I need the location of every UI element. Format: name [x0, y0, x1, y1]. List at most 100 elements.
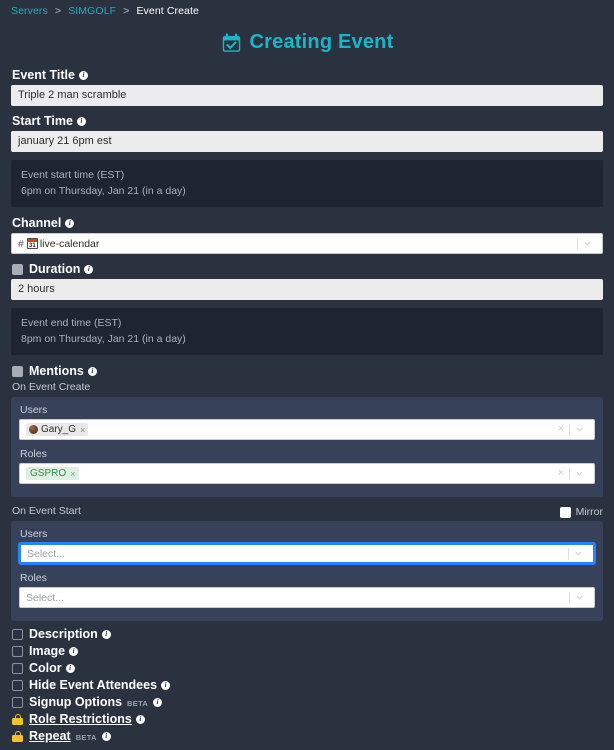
on-event-create-panel: Users Gary_G × × Roles GSPRO × × — [11, 397, 603, 497]
start-time-info-panel: Event start time (EST) 6pm on Thursday, … — [11, 160, 603, 207]
color-checkbox[interactable] — [12, 662, 23, 674]
chevron-down-icon[interactable] — [570, 593, 589, 602]
mirror-checkbox[interactable] — [559, 506, 571, 518]
info-icon[interactable]: i — [69, 646, 79, 656]
mirror-label: Mirror — [575, 506, 603, 518]
roles-tag-list: GSPRO × — [26, 465, 553, 482]
users-select-indicators: × — [553, 423, 594, 436]
event-title-label: Event Title i — [12, 68, 603, 82]
hide-event-attendees-checkbox[interactable] — [12, 679, 23, 691]
option-repeat[interactable]: Repeat BETA i — [12, 729, 603, 743]
info-icon[interactable]: i — [87, 366, 97, 376]
beta-badge: BETA — [127, 698, 149, 708]
chevron-down-icon[interactable] — [570, 425, 589, 434]
user-avatar — [29, 425, 38, 434]
channel-label: Channel i — [12, 216, 603, 230]
lock-icon — [12, 730, 23, 742]
breadcrumb-separator-2: > — [123, 5, 130, 17]
breadcrumb-servers[interactable]: Servers — [11, 5, 48, 17]
role-tag[interactable]: GSPRO × — [26, 467, 80, 480]
option-role-restrictions[interactable]: Role Restrictions i — [12, 712, 603, 726]
duration-input[interactable]: 2 hours — [11, 279, 603, 300]
on-event-start-roles-label: Roles — [20, 572, 47, 584]
chevron-down-icon[interactable] — [570, 469, 589, 478]
hash-icon: # — [18, 237, 24, 250]
option-hide-event-attendees[interactable]: Hide Event Attendees i — [12, 678, 603, 692]
remove-tag-icon[interactable]: × — [69, 469, 75, 479]
calendar-check-icon — [221, 32, 242, 54]
image-label: Image — [29, 644, 66, 658]
info-icon[interactable]: i — [78, 70, 88, 80]
roles-select-indicators: × — [553, 467, 594, 480]
channel-name: live-calendar — [39, 237, 100, 250]
on-event-start-roles-select[interactable]: Select... — [19, 587, 595, 608]
info-icon[interactable]: i — [76, 116, 86, 126]
mentions-label-text: Mentions — [29, 364, 84, 378]
duration-info-panel: Event end time (EST) 8pm on Thursday, Ja… — [11, 308, 603, 355]
on-event-start-header-row: On Event Start Mirror — [11, 503, 603, 521]
duration-checkbox-row[interactable]: Duration i — [12, 262, 603, 276]
on-event-create-heading: On Event Create — [12, 381, 91, 393]
duration-label: Duration i — [29, 262, 94, 276]
image-checkbox[interactable] — [12, 645, 23, 657]
description-checkbox[interactable] — [12, 628, 23, 640]
mentions-checkbox-row[interactable]: Mentions i — [12, 364, 603, 378]
user-tag[interactable]: Gary_G × — [26, 423, 89, 436]
mentions-label: Mentions i — [29, 364, 97, 378]
roles-start-select-indicators — [569, 591, 594, 604]
chevron-down-icon[interactable] — [569, 549, 588, 558]
info-icon[interactable]: i — [84, 264, 94, 274]
on-event-create-roles-label: Roles — [20, 448, 47, 460]
mirror-toggle[interactable]: Mirror — [559, 506, 603, 518]
signup-options-checkbox[interactable] — [12, 696, 23, 708]
mentions-checkbox[interactable] — [12, 365, 23, 377]
page-header: Creating Event — [11, 21, 603, 68]
channel-select[interactable]: # 31 live-calendar — [11, 233, 603, 254]
users-tag-list: Gary_G × — [26, 421, 553, 438]
info-icon[interactable]: i — [101, 731, 111, 741]
on-event-start-roles-placeholder: Select... — [26, 591, 64, 604]
beta-badge: BETA — [75, 732, 97, 742]
lock-icon — [12, 713, 23, 725]
chevron-down-icon[interactable] — [578, 239, 597, 248]
option-color[interactable]: Color i — [12, 661, 603, 675]
clear-icon[interactable]: × — [553, 468, 569, 479]
breadcrumb: Servers > SIMGOLF > Event Create — [11, 0, 603, 21]
duration-info-line1: Event end time (EST) — [21, 317, 122, 329]
role-tag-label: GSPRO — [30, 468, 67, 479]
duration-checkbox[interactable] — [12, 263, 23, 275]
on-event-create-users-select[interactable]: Gary_G × × — [19, 419, 595, 440]
option-description[interactable]: Description i — [12, 627, 603, 641]
event-title-input[interactable]: Triple 2 man scramble — [11, 85, 603, 106]
on-event-start-heading: On Event Start — [12, 505, 81, 517]
info-icon[interactable]: i — [65, 218, 75, 228]
start-time-label-text: Start Time — [12, 114, 73, 128]
color-label: Color — [29, 661, 62, 675]
user-tag-label: Gary_G — [41, 424, 77, 435]
on-event-start-panel: Users Select... Roles Select... — [11, 521, 603, 621]
on-event-start-users-select[interactable]: Select... — [19, 543, 595, 564]
option-image[interactable]: Image i — [12, 644, 603, 658]
channel-select-indicators — [577, 237, 602, 250]
info-icon[interactable]: i — [153, 697, 163, 707]
start-time-info-line1: Event start time (EST) — [21, 169, 125, 181]
info-icon[interactable]: i — [101, 629, 111, 639]
repeat-label[interactable]: Repeat — [29, 729, 71, 743]
start-time-input[interactable]: january 21 6pm est — [11, 131, 603, 152]
clear-icon[interactable]: × — [553, 424, 569, 435]
remove-tag-icon[interactable]: × — [79, 425, 85, 435]
info-icon[interactable]: i — [65, 663, 75, 673]
on-event-start-users-label: Users — [20, 528, 48, 540]
on-event-create-roles-select[interactable]: GSPRO × × — [19, 463, 595, 484]
info-icon[interactable]: i — [161, 680, 171, 690]
option-signup-options[interactable]: Signup Options BETA i — [12, 695, 603, 709]
role-restrictions-label[interactable]: Role Restrictions — [29, 712, 132, 726]
start-time-label: Start Time i — [12, 114, 603, 128]
info-icon[interactable]: i — [135, 714, 145, 724]
page-title: Creating Event — [249, 31, 394, 53]
start-time-info-line2: 6pm on Thursday, Jan 21 (in a day) — [21, 185, 186, 197]
channel-label-text: Channel — [12, 216, 62, 230]
on-event-create-users-label: Users — [20, 404, 48, 416]
breadcrumb-guild[interactable]: SIMGOLF — [68, 5, 116, 17]
users-start-select-indicators — [568, 547, 593, 560]
